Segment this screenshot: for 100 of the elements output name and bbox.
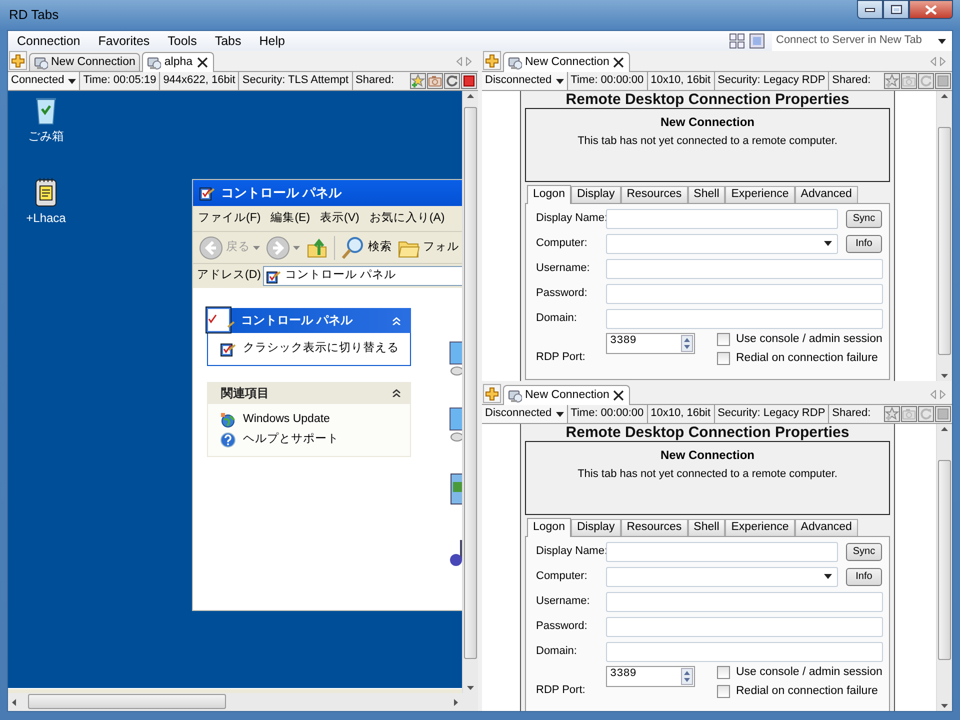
scroll-left-icon[interactable] (12, 698, 16, 706)
control-panel-icon (266, 268, 281, 284)
star-icon[interactable] (410, 73, 426, 89)
icon-label[interactable]: +Lhaca (26, 211, 66, 226)
input-field[interactable] (606, 592, 883, 612)
menu-item[interactable]: 表示(V) (315, 212, 364, 226)
task-link[interactable]: ヘルプとサポート (220, 432, 400, 448)
tab[interactable]: New Connection (503, 385, 630, 405)
tab[interactable]: Shell (688, 519, 726, 536)
minimize-button[interactable] (857, 0, 883, 19)
vertical-scrollbar[interactable] (936, 91, 952, 381)
tab[interactable]: New Connection (503, 52, 630, 72)
maximize-icon (890, 5, 902, 14)
new-tab-button[interactable] (483, 384, 501, 403)
task-link[interactable]: Windows Update (220, 412, 400, 428)
close-icon[interactable] (612, 56, 626, 69)
info-text: This tab has not yet connected to a remote computer. (576, 135, 838, 149)
connection-state-dropdown[interactable]: Disconnected (482, 405, 568, 423)
checkbox[interactable] (717, 685, 730, 698)
toolbar-button[interactable]: 検索 (339, 236, 394, 260)
caret-icon (824, 574, 832, 579)
input-field[interactable] (606, 284, 883, 304)
refresh-icon[interactable] (444, 73, 460, 89)
scroll-up-icon[interactable] (941, 94, 948, 98)
tab[interactable]: Display (570, 186, 621, 203)
tab[interactable]: Advanced (794, 519, 858, 536)
camera-icon[interactable] (427, 73, 443, 89)
toolbar-button[interactable]: フォル (396, 238, 461, 258)
tab[interactable]: Experience (725, 519, 795, 536)
window-view-icon[interactable] (749, 33, 765, 49)
checkbox[interactable] (717, 666, 730, 680)
tab[interactable]: New Connection (29, 53, 140, 71)
tab[interactable]: Logon (527, 518, 571, 537)
input-field[interactable] (606, 208, 838, 228)
tab[interactable]: Resources (620, 186, 688, 203)
spin-arrows-icon[interactable] (681, 335, 693, 352)
menu-item[interactable]: Connection (8, 34, 90, 48)
scroll-up-icon[interactable] (467, 94, 474, 98)
info-text: This tab has not yet connected to a remote computer. (576, 468, 838, 482)
input-field[interactable] (606, 616, 883, 636)
sync-button[interactable]: Sync (846, 542, 882, 560)
resolution-text: 10x10, 16bit (648, 405, 715, 423)
checkbox[interactable] (717, 352, 730, 366)
menu-item[interactable]: Favorites (89, 34, 159, 48)
menu-item[interactable]: Tools (158, 34, 206, 48)
tab[interactable]: Shell (688, 186, 726, 203)
computer-icon (147, 56, 162, 70)
info-button[interactable]: Info (846, 568, 882, 586)
scroll-right-icon[interactable] (454, 698, 458, 706)
connection-state-dropdown[interactable]: Disconnected (482, 72, 568, 90)
task-panel-header[interactable]: 関連項目 (207, 382, 411, 404)
close-icon (925, 4, 937, 14)
caret-icon (556, 78, 564, 84)
input-field[interactable] (606, 542, 838, 562)
close-button[interactable] (909, 0, 953, 19)
vertical-scrollbar[interactable] (462, 91, 478, 693)
menu-item[interactable]: Help (250, 34, 294, 48)
dialog-heading: Remote Desktop Connection Properties (564, 424, 850, 441)
input-field[interactable] (606, 258, 883, 278)
up-folder-icon (306, 236, 328, 258)
maximize-button[interactable] (883, 0, 909, 19)
menu-item[interactable]: Tabs (206, 34, 250, 48)
control-panel-icon (199, 185, 215, 201)
checkbox[interactable] (717, 333, 730, 346)
scroll-down-icon[interactable] (941, 374, 948, 378)
tile-view-icon[interactable] (729, 33, 745, 49)
spin-arrows-icon[interactable] (681, 668, 693, 685)
connection-state-dropdown[interactable]: Connected (8, 72, 80, 90)
tab[interactable]: Logon (527, 185, 571, 204)
menu-item[interactable]: ファイル(F) (193, 212, 266, 226)
close-icon[interactable] (612, 389, 626, 402)
collapse-icon[interactable] (392, 389, 401, 397)
scroll-down-icon[interactable] (467, 686, 474, 690)
horizontal-scrollbar[interactable] (8, 693, 462, 711)
menu-item[interactable]: お気に入り(A) (364, 212, 450, 226)
icon-label[interactable]: ごみ箱 (28, 129, 64, 144)
tab[interactable]: Resources (620, 519, 688, 536)
input-field[interactable] (606, 642, 883, 662)
vertical-scrollbar[interactable] (936, 424, 952, 711)
connect-combo[interactable]: Connect to Server in New Tab (772, 32, 952, 50)
computer-icon (34, 56, 48, 70)
tab[interactable]: Experience (725, 186, 795, 203)
address-field[interactable]: コントロール パネル (262, 266, 462, 286)
menu-item[interactable]: 編集(E) (266, 212, 316, 226)
task-panel-header[interactable]: コントロール パネル (207, 308, 411, 333)
new-tab-button[interactable] (9, 51, 27, 70)
input-field[interactable] (606, 308, 883, 328)
tab[interactable]: Display (570, 519, 621, 536)
port-spinner[interactable]: 3389 (606, 333, 695, 354)
port-spinner[interactable]: 3389 (606, 666, 695, 687)
stop-icon[interactable] (461, 73, 477, 89)
scroll-up-icon[interactable] (941, 427, 948, 431)
sync-button[interactable]: Sync (846, 210, 882, 228)
new-tab-button[interactable] (483, 51, 501, 70)
scroll-down-icon[interactable] (941, 704, 948, 708)
close-icon[interactable] (196, 56, 209, 69)
info-button[interactable]: Info (846, 234, 882, 252)
tab[interactable]: alpha (142, 52, 214, 72)
tab[interactable]: Advanced (794, 186, 858, 203)
search-icon (341, 236, 365, 260)
